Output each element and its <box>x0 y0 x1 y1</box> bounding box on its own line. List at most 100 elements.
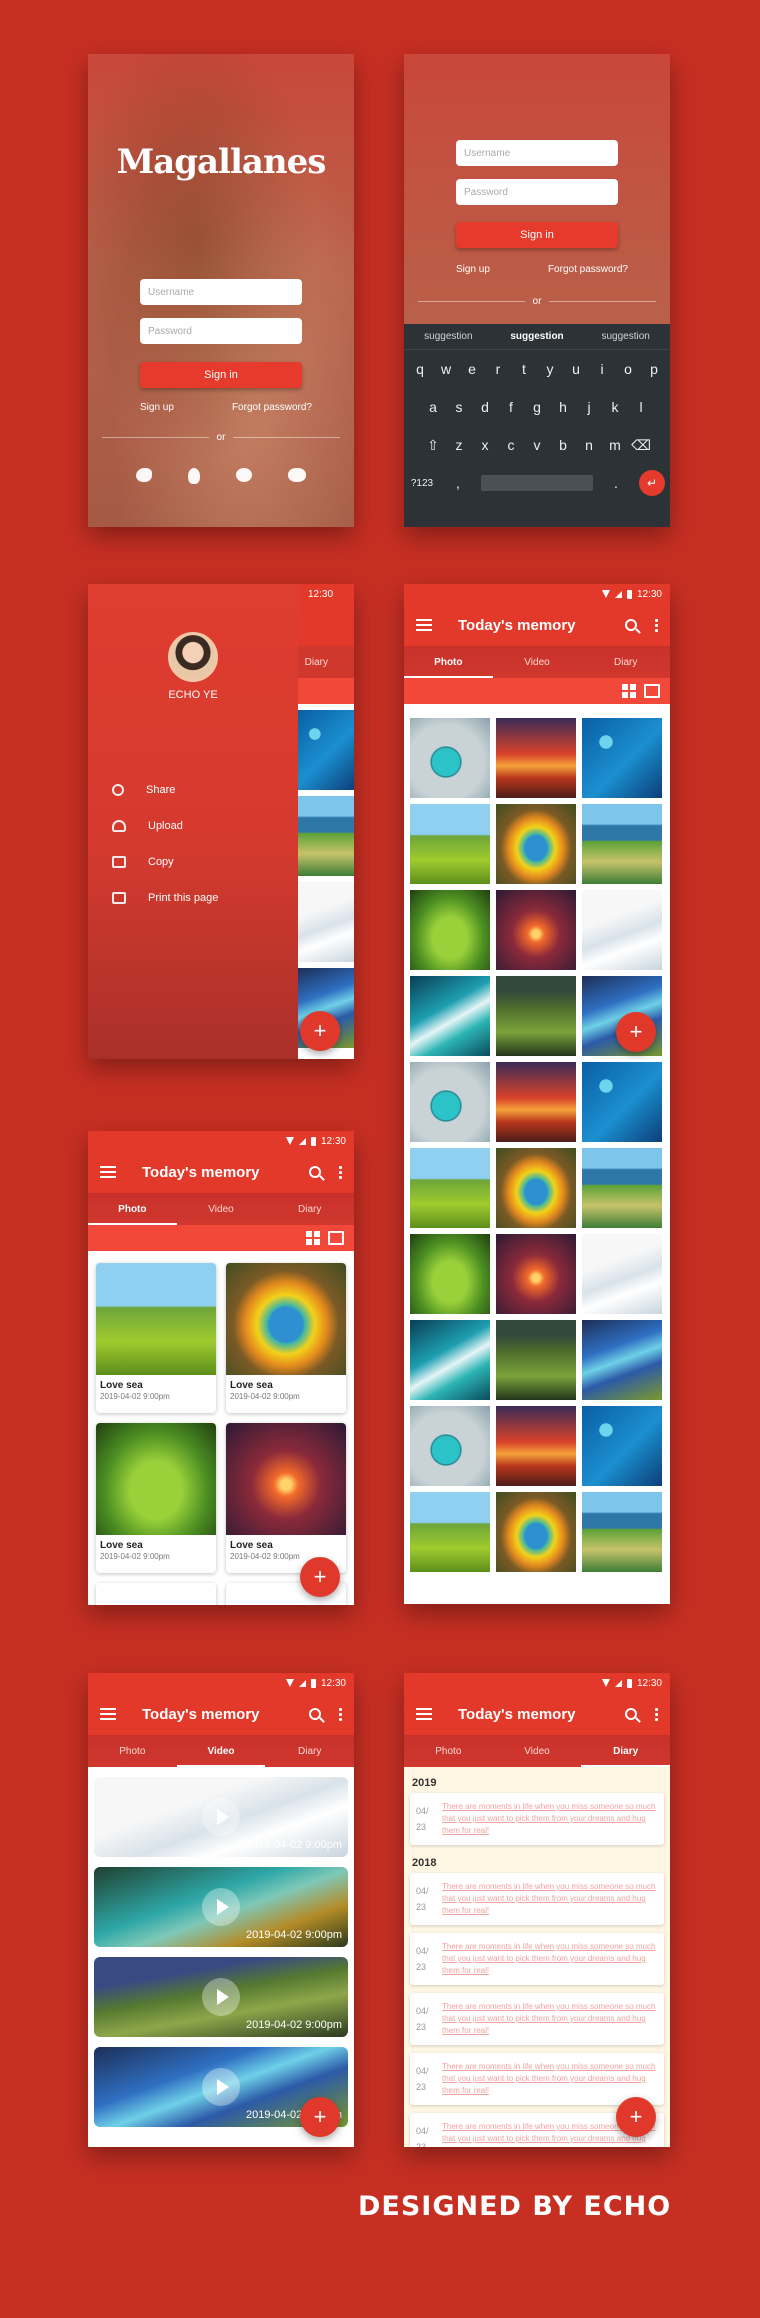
grid-view-icon[interactable] <box>306 1231 320 1245</box>
video-item[interactable]: 2019-04-02 9:00pm <box>94 1777 348 1857</box>
key-n[interactable]: n <box>576 437 602 453</box>
signup-link[interactable]: Sign up <box>456 264 490 275</box>
diary-entry[interactable]: 04/ 23 There are moments in life when you… <box>410 1793 664 1845</box>
username-field[interactable]: Username <box>456 140 618 166</box>
more-icon[interactable] <box>339 1707 342 1721</box>
tab-photo[interactable]: Photo <box>88 1193 177 1225</box>
tab-photo[interactable]: Photo <box>404 646 493 678</box>
photo-thumb[interactable] <box>410 890 490 970</box>
diary-entry[interactable]: 04/ 23 There are moments in life when you… <box>410 1873 664 1925</box>
key-k[interactable]: k <box>602 399 628 415</box>
drawer-item-print[interactable]: Print this page <box>112 880 218 916</box>
photo-thumb[interactable] <box>298 882 354 962</box>
search-icon[interactable] <box>309 1708 321 1720</box>
key-a[interactable]: a <box>420 399 446 415</box>
photo-thumb[interactable] <box>582 1406 662 1486</box>
drawer-item-copy[interactable]: Copy <box>112 844 218 880</box>
qq-icon[interactable] <box>188 468 200 484</box>
photo-thumb[interactable] <box>582 1492 662 1572</box>
photo-thumb[interactable] <box>496 1320 576 1400</box>
photo-thumb[interactable] <box>496 1148 576 1228</box>
period-key[interactable]: . <box>603 475 629 491</box>
key-b[interactable]: b <box>550 437 576 453</box>
photo-thumb[interactable] <box>496 1492 576 1572</box>
play-icon[interactable] <box>202 1978 240 2016</box>
photo-thumb[interactable] <box>582 804 662 884</box>
key-u[interactable]: u <box>563 361 589 377</box>
key-c[interactable]: c <box>498 437 524 453</box>
tab-video[interactable]: Video <box>493 646 582 678</box>
diary-entry[interactable]: 04/ 23 There are moments in life when you… <box>410 2053 664 2105</box>
key-l[interactable]: l <box>628 399 654 415</box>
photo-thumb[interactable] <box>298 710 354 790</box>
tab-diary[interactable]: Diary <box>581 1735 670 1767</box>
add-fab[interactable]: + <box>300 1011 340 1051</box>
photo-card[interactable] <box>96 1583 216 1605</box>
menu-icon[interactable] <box>100 1708 116 1720</box>
forgot-password-link[interactable]: Forgot password? <box>232 402 312 413</box>
signup-link[interactable]: Sign up <box>140 402 174 413</box>
photo-thumb[interactable] <box>410 1062 490 1142</box>
key-t[interactable]: t <box>511 361 537 377</box>
key-j[interactable]: j <box>576 399 602 415</box>
photo-thumb[interactable] <box>496 1406 576 1486</box>
tab-diary[interactable]: Diary <box>265 1193 354 1225</box>
diary-entry[interactable]: 04/ 23 There are moments in life when you… <box>410 1933 664 1985</box>
more-icon[interactable] <box>339 1165 342 1179</box>
password-field[interactable]: Password <box>140 318 302 344</box>
key-i[interactable]: i <box>589 361 615 377</box>
more-icon[interactable] <box>655 1707 658 1721</box>
tab-photo[interactable]: Photo <box>404 1735 493 1767</box>
card-view-icon[interactable] <box>644 684 660 698</box>
drawer-item-share[interactable]: Share <box>112 772 218 808</box>
add-fab[interactable]: + <box>616 1012 656 1052</box>
twitter-icon[interactable] <box>136 468 152 482</box>
tab-photo[interactable]: Photo <box>88 1735 177 1767</box>
photo-card[interactable]: Love sea 2019-04-02 9:00pm <box>96 1423 216 1573</box>
weibo-icon[interactable] <box>236 468 252 482</box>
menu-icon[interactable] <box>416 619 432 631</box>
photo-thumb[interactable] <box>410 1320 490 1400</box>
photo-thumb[interactable] <box>582 1234 662 1314</box>
photo-thumb[interactable] <box>496 1062 576 1142</box>
photo-thumb[interactable] <box>582 1062 662 1142</box>
username-field[interactable]: Username <box>140 279 302 305</box>
grid-view-icon[interactable] <box>622 684 636 698</box>
play-icon[interactable] <box>202 1798 240 1836</box>
video-item[interactable]: 2019-04-02 9:00pm <box>94 1867 348 1947</box>
more-icon[interactable] <box>655 618 658 632</box>
key-y[interactable]: y <box>537 361 563 377</box>
space-key[interactable] <box>481 475 593 491</box>
forgot-password-link[interactable]: Forgot password? <box>548 264 628 275</box>
key-h[interactable]: h <box>550 399 576 415</box>
drawer-item-upload[interactable]: Upload <box>112 808 218 844</box>
card-view-icon[interactable] <box>328 1231 344 1245</box>
add-fab[interactable]: + <box>300 1557 340 1597</box>
photo-card[interactable]: Love sea 2019-04-02 9:00pm <box>226 1423 346 1573</box>
photo-thumb[interactable] <box>410 804 490 884</box>
search-icon[interactable] <box>625 1708 637 1720</box>
key-z[interactable]: z <box>446 437 472 453</box>
signin-button[interactable]: Sign in <box>140 362 302 388</box>
key-f[interactable]: f <box>498 399 524 415</box>
play-icon[interactable] <box>202 2068 240 2106</box>
photo-thumb[interactable] <box>496 1234 576 1314</box>
play-icon[interactable] <box>202 1888 240 1926</box>
tab-diary[interactable]: Diary <box>298 646 354 678</box>
photo-thumb[interactable] <box>582 1320 662 1400</box>
wechat-icon[interactable] <box>288 468 306 482</box>
shift-icon[interactable]: ⇧ <box>420 437 446 454</box>
key-w[interactable]: w <box>433 361 459 377</box>
photo-thumb[interactable] <box>496 976 576 1056</box>
search-icon[interactable] <box>309 1166 321 1178</box>
enter-icon[interactable]: ↵ <box>639 470 665 496</box>
key-p[interactable]: p <box>641 361 667 377</box>
tab-video[interactable]: Video <box>176 1735 266 1767</box>
diary-entry[interactable]: 04/ 23 There are moments in life when you… <box>410 1993 664 2045</box>
tab-diary[interactable]: Diary <box>581 646 670 678</box>
key-x[interactable]: x <box>472 437 498 453</box>
key-s[interactable]: s <box>446 399 472 415</box>
photo-thumb[interactable] <box>496 890 576 970</box>
signin-button[interactable]: Sign in <box>456 222 618 248</box>
tab-diary[interactable]: Diary <box>265 1735 354 1767</box>
